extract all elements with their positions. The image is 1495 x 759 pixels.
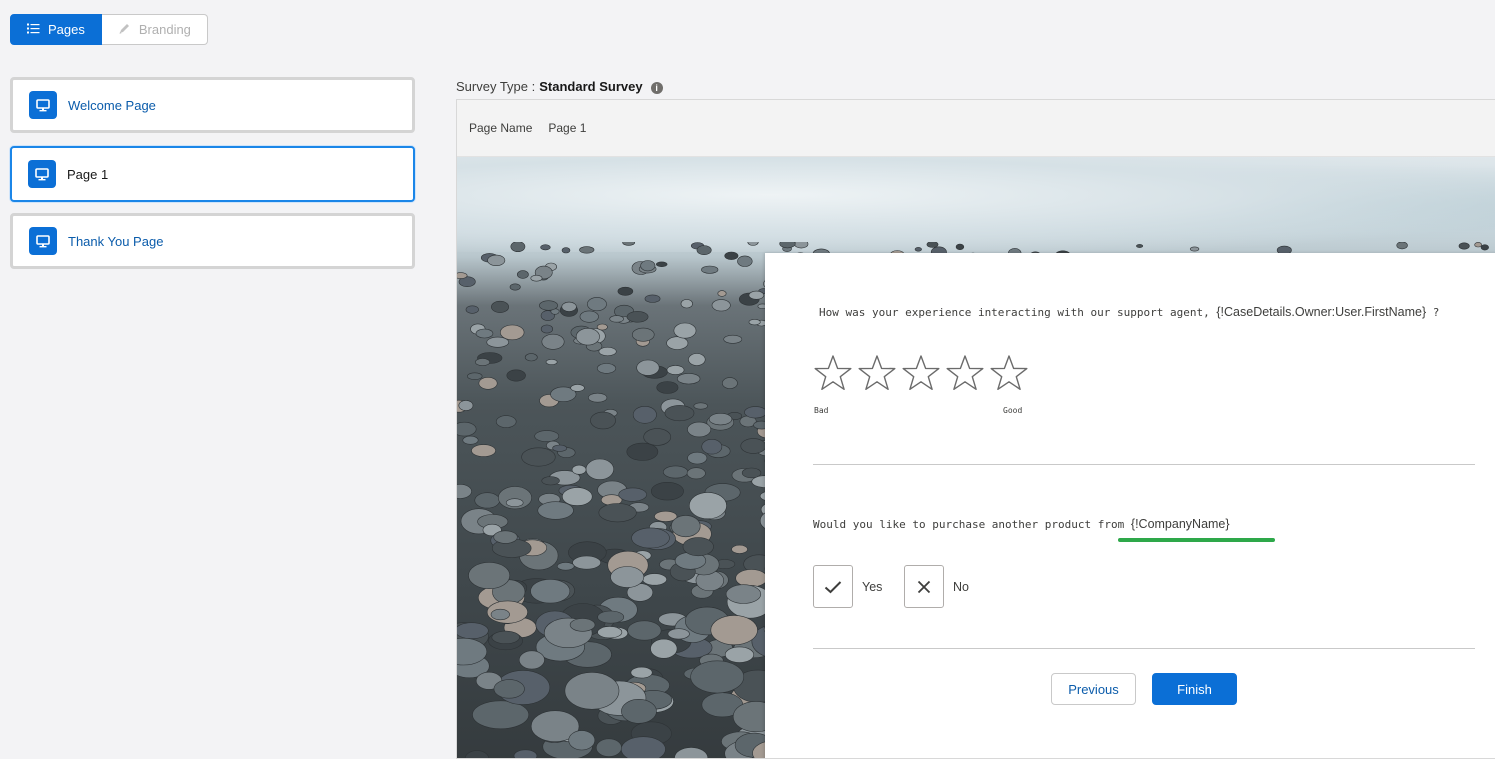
question-2-prompt: Would you like to purchase another produ… xyxy=(813,518,1124,531)
star-icon[interactable] xyxy=(989,353,1029,393)
question-1-suffix: ? xyxy=(1433,306,1440,319)
question-2-merge-field: {!CompanyName} xyxy=(1131,517,1230,531)
divider xyxy=(813,648,1475,649)
checkmark-icon[interactable] xyxy=(813,565,853,608)
rating-high-label: Good xyxy=(1003,406,1022,415)
view-toggle: Pages Branding xyxy=(10,14,208,45)
question-card: How was your experience interacting with… xyxy=(765,253,1495,759)
divider xyxy=(813,464,1475,465)
monitor-icon xyxy=(29,227,57,255)
highlight-underline xyxy=(1118,538,1275,542)
question-1-text: How was your experience interacting with… xyxy=(819,305,1439,319)
page-item-thank-you[interactable]: Thank You Page xyxy=(10,213,415,269)
page-item-label: Welcome Page xyxy=(68,98,156,113)
pencil-icon xyxy=(118,22,131,38)
branding-tab-button[interactable]: Branding xyxy=(102,14,208,45)
star-icon[interactable] xyxy=(813,353,853,393)
page-item-welcome[interactable]: Welcome Page xyxy=(10,77,415,133)
pages-tab-label: Pages xyxy=(48,22,85,37)
survey-type: Survey Type : Standard Survey i xyxy=(456,79,663,94)
info-icon[interactable]: i xyxy=(651,82,663,94)
question-1-prompt: How was your experience interacting with… xyxy=(819,306,1210,319)
page-name-bar: Page Name Page 1 xyxy=(457,100,1495,157)
page-name-value: Page 1 xyxy=(548,121,586,135)
list-icon xyxy=(27,22,40,37)
monitor-icon xyxy=(29,91,57,119)
page-item-label: Thank You Page xyxy=(68,234,163,249)
previous-button[interactable]: Previous xyxy=(1051,673,1136,705)
question-2-text: Would you like to purchase another produ… xyxy=(813,517,1230,531)
survey-preview: Page Name Page 1 How was your experience… xyxy=(456,99,1495,759)
survey-type-value: Standard Survey xyxy=(539,79,642,94)
background-sky xyxy=(457,157,1495,252)
yes-label: Yes xyxy=(862,580,882,594)
branding-tab-label: Branding xyxy=(139,22,191,37)
rating-low-label: Bad xyxy=(814,406,828,415)
survey-type-label: Survey Type : xyxy=(456,79,535,94)
monitor-icon xyxy=(28,160,56,188)
question-1-merge-field: {!CaseDetails.Owner:User.FirstName} xyxy=(1216,305,1426,319)
close-icon[interactable] xyxy=(904,565,944,608)
pages-tab-button[interactable]: Pages xyxy=(10,14,102,45)
star-icon[interactable] xyxy=(857,353,897,393)
finish-button[interactable]: Finish xyxy=(1152,673,1237,705)
star-icon[interactable] xyxy=(901,353,941,393)
page-name-label: Page Name xyxy=(469,121,532,135)
no-option[interactable]: No xyxy=(904,565,969,608)
page-item-page-1[interactable]: Page 1 xyxy=(10,146,415,202)
yes-option[interactable]: Yes xyxy=(813,565,882,608)
rating-stars xyxy=(813,353,1029,393)
no-label: No xyxy=(953,580,969,594)
star-icon[interactable] xyxy=(945,353,985,393)
page-item-label: Page 1 xyxy=(67,167,108,182)
